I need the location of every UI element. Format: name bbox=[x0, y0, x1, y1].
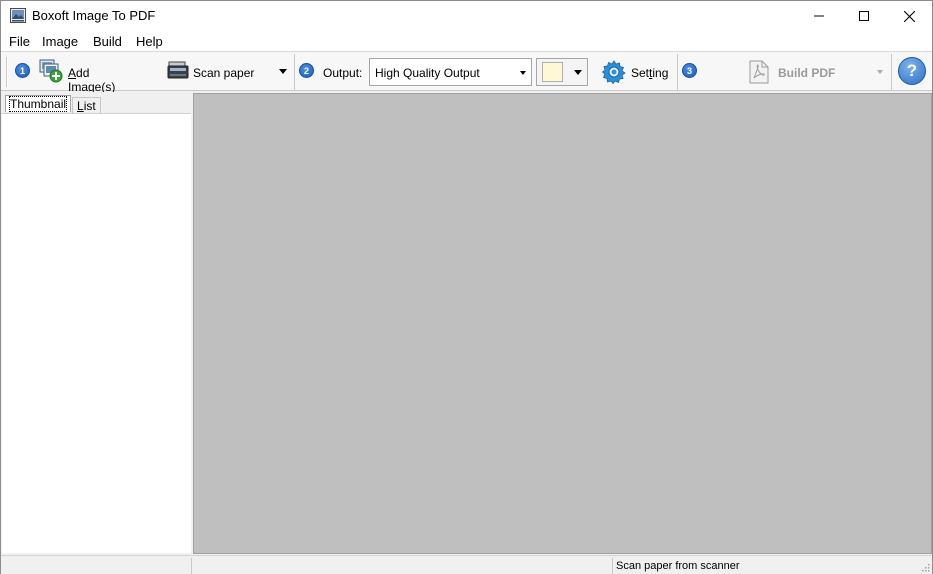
menu-image[interactable]: Image bbox=[42, 34, 78, 49]
maximize-icon bbox=[859, 11, 869, 21]
menu-help[interactable]: Help bbox=[136, 34, 163, 49]
color-dropdown-arrow bbox=[574, 70, 582, 75]
left-panel: Thumbnail List bbox=[2, 92, 191, 553]
help-button[interactable]: ? bbox=[898, 57, 926, 85]
step-2-badge: 2 bbox=[299, 63, 314, 78]
scanner-icon bbox=[167, 61, 189, 79]
menu-build[interactable]: Build bbox=[93, 34, 122, 49]
app-window: Boxoft Image To PDF File Image Build Hel… bbox=[0, 0, 933, 574]
toolbar-separator-3 bbox=[891, 54, 892, 90]
scan-dropdown-arrow[interactable] bbox=[279, 69, 287, 74]
tab-thumbnail-label: Thumbnail bbox=[8, 96, 68, 112]
app-icon bbox=[10, 8, 26, 23]
resize-grip-icon[interactable] bbox=[920, 562, 930, 572]
tab-list[interactable]: List bbox=[72, 97, 101, 114]
step-1-badge: 1 bbox=[15, 63, 30, 78]
panel-tabs: Thumbnail List bbox=[2, 92, 191, 114]
status-separator bbox=[191, 558, 192, 574]
output-quality-select[interactable]: High Quality Output bbox=[369, 58, 532, 86]
scan-paper-button[interactable]: Scan paper bbox=[165, 56, 293, 88]
thumbnail-list[interactable] bbox=[2, 113, 191, 553]
add-images-button[interactable]: Add Image(s) bbox=[37, 56, 135, 94]
add-images-label: Add Image(s) bbox=[68, 66, 116, 94]
toolbar: 1 Add Image(s) Scan paper 2 Output: High… bbox=[1, 52, 932, 94]
scan-paper-label: Scan paper bbox=[193, 66, 255, 80]
build-dropdown-arrow bbox=[877, 70, 883, 74]
minimize-button[interactable] bbox=[796, 1, 842, 31]
maximize-button[interactable] bbox=[841, 1, 887, 31]
minimize-icon bbox=[814, 15, 824, 17]
tab-list-label: List bbox=[77, 99, 96, 113]
output-quality-value: High Quality Output bbox=[375, 66, 480, 80]
menu-file[interactable]: File bbox=[9, 34, 30, 49]
close-icon bbox=[903, 10, 915, 22]
output-label: Output: bbox=[323, 66, 363, 80]
color-swatch bbox=[542, 62, 563, 82]
window-title: Boxoft Image To PDF bbox=[32, 8, 156, 23]
build-pdf-label: Build PDF bbox=[778, 66, 836, 80]
gear-icon bbox=[602, 60, 626, 84]
toolbar-grip[interactable] bbox=[6, 57, 8, 87]
pdf-icon bbox=[749, 60, 769, 84]
title-bar[interactable]: Boxoft Image To PDF bbox=[1, 1, 932, 31]
help-icon: ? bbox=[906, 61, 918, 80]
chevron-down-icon bbox=[520, 71, 526, 75]
menu-bar: File Image Build Help bbox=[1, 31, 932, 52]
page-color-picker[interactable] bbox=[536, 58, 588, 86]
status-message: Scan paper from scanner bbox=[616, 560, 740, 572]
preview-area[interactable] bbox=[193, 93, 932, 554]
toolbar-separator bbox=[294, 54, 295, 90]
step-3-badge: 3 bbox=[682, 63, 697, 78]
tab-thumbnail[interactable]: Thumbnail bbox=[5, 95, 72, 112]
status-separator-2 bbox=[612, 558, 613, 574]
setting-button[interactable]: Setting bbox=[599, 56, 671, 88]
close-button[interactable] bbox=[886, 1, 932, 31]
status-bar: Scan paper from scanner bbox=[1, 555, 932, 574]
add-image-icon bbox=[39, 59, 63, 83]
toolbar-separator-2 bbox=[677, 54, 678, 90]
build-pdf-button[interactable]: Build PDF bbox=[743, 56, 889, 88]
setting-label: Setting bbox=[631, 66, 669, 80]
